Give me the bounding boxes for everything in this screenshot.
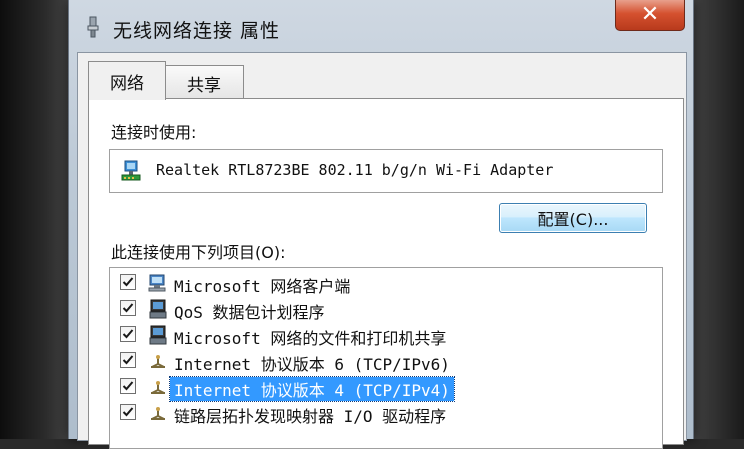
item-label: Microsoft 网络的文件和打印机共享	[174, 329, 447, 348]
adapter-field: Realtek RTL8723BE 802.11 b/g/n Wi-Fi Ada…	[109, 149, 663, 193]
list-item[interactable]: QoS 数据包计划程序	[110, 296, 662, 322]
tab-panel-network: 连接时使用: Realtek RTL8723BE 802.11 b/g/n Wi…	[88, 98, 684, 449]
configure-button-label: 配置(C)...	[537, 210, 609, 229]
checkbox[interactable]	[120, 326, 136, 342]
items-label: 此连接使用下列项目(O):	[111, 243, 286, 262]
properties-dialog: 无线网络连接 属性 ✕ 网络 共享 连接时使用: Realtek RTL8723…	[68, 0, 694, 449]
protocol-icon	[148, 376, 168, 398]
tab-label: 共享	[187, 75, 221, 96]
tab-label: 网络	[110, 73, 144, 94]
dialog-client-area: 网络 共享 连接时使用: Realtek RTL8723BE 802.11 b/…	[77, 52, 687, 449]
item-label: QoS 数据包计划程序	[174, 303, 325, 322]
close-icon: ✕	[640, 2, 660, 27]
desktop-background-left	[0, 0, 75, 439]
checkbox[interactable]	[120, 352, 136, 368]
items-list[interactable]: Microsoft 网络客户端 QoS 数据包计划程序 Microsoft 网络…	[109, 267, 663, 449]
adapter-name: Realtek RTL8723BE 802.11 b/g/n Wi-Fi Ada…	[156, 161, 554, 179]
tab-sharing[interactable]: 共享	[164, 65, 244, 100]
service-icon	[148, 298, 168, 320]
list-item-selected[interactable]: Internet 协议版本 4 (TCP/IPv4)	[110, 374, 662, 402]
connect-using-label: 连接时使用:	[111, 123, 197, 142]
item-label: 链路层拓扑发现映射器 I/O 驱动程序	[174, 407, 447, 426]
checkbox[interactable]	[120, 378, 136, 394]
list-item[interactable]: Internet 协议版本 6 (TCP/IPv6)	[110, 348, 662, 374]
item-label: Internet 协议版本 4 (TCP/IPv4)	[169, 376, 455, 402]
close-button[interactable]: ✕	[615, 0, 685, 31]
protocol-icon	[148, 350, 168, 372]
wifi-adapter-icon	[120, 160, 142, 182]
window-title: 无线网络连接 属性	[113, 20, 281, 42]
list-item[interactable]: Microsoft 网络的文件和打印机共享	[110, 322, 662, 348]
list-item[interactable]: Microsoft 网络客户端	[110, 270, 662, 296]
checkbox[interactable]	[120, 300, 136, 316]
network-adapter-icon	[85, 16, 101, 38]
checkbox[interactable]	[120, 404, 136, 420]
network-client-icon	[148, 272, 168, 294]
protocol-icon	[148, 402, 168, 424]
title-bar[interactable]: 无线网络连接 属性 ✕	[69, 0, 693, 52]
item-label: Microsoft 网络客户端	[174, 277, 351, 296]
checkbox[interactable]	[120, 274, 136, 290]
service-icon	[148, 324, 168, 346]
item-label: Internet 协议版本 6 (TCP/IPv6)	[174, 355, 450, 374]
list-item[interactable]: 链路层拓扑发现映射器 I/O 驱动程序	[110, 400, 662, 426]
tab-network[interactable]: 网络	[88, 61, 166, 100]
configure-button[interactable]: 配置(C)...	[499, 203, 647, 233]
